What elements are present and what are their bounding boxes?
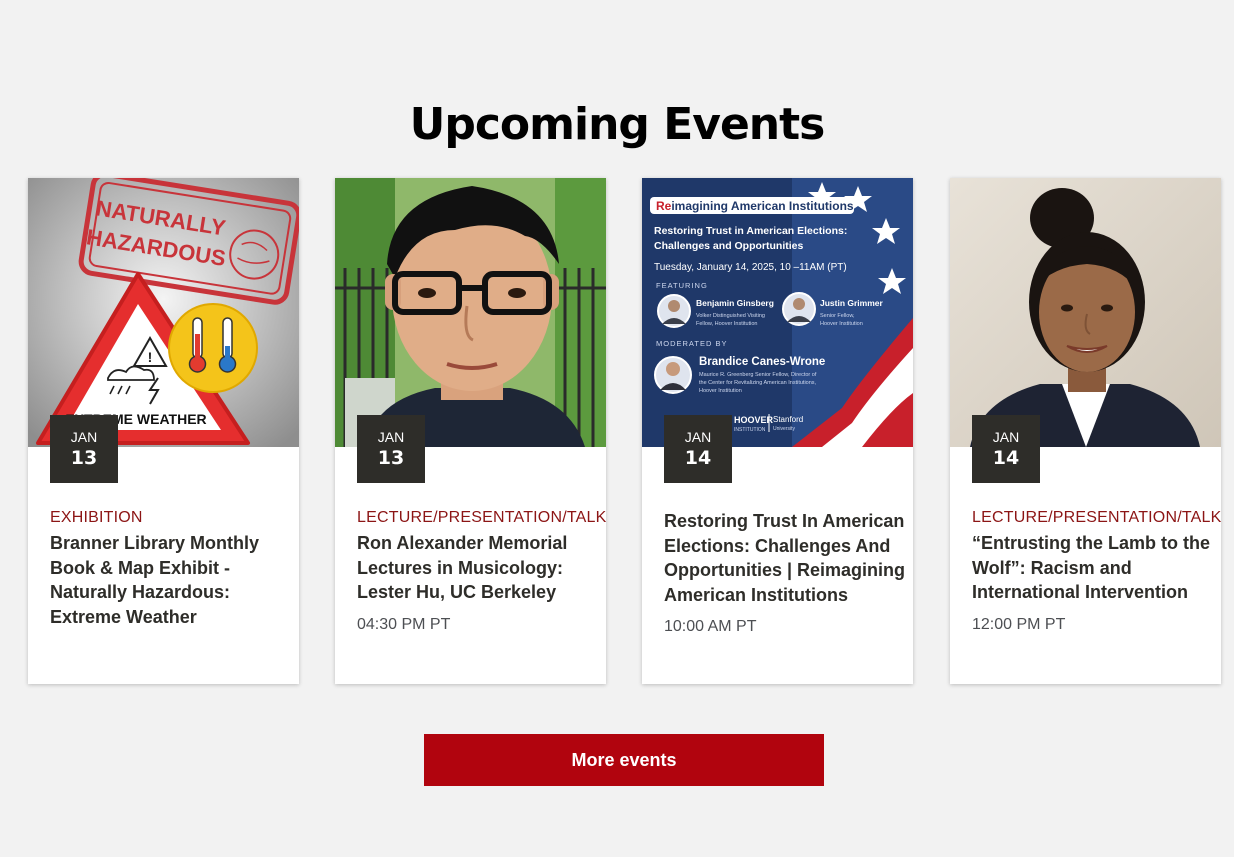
event-details: LECTURE/PRESENTATION/TALK “Entrusting th… [972,509,1222,634]
svg-text:Brandice Canes-Wrone: Brandice Canes-Wrone [699,356,825,368]
upcoming-events-section: Upcoming Events NATURALLY HAZARDOUS ! EX… [0,0,1234,857]
svg-text:!: ! [148,349,153,365]
event-time: 10:00 AM PT [664,618,757,635]
date-day: 14 [684,447,712,469]
date-badge: JAN 14 [664,415,732,483]
date-badge: JAN 13 [357,415,425,483]
event-details: EXHIBITION Branner Library Monthly Book … [50,509,295,629]
svg-text:Fellow, Hoover Institution: Fellow, Hoover Institution [696,321,757,327]
event-image[interactable]: Reimagining American Institutions Restor… [642,178,913,447]
event-title-link[interactable]: Restoring Trust In American Elections: C… [664,509,909,607]
page-title: Upcoming Events [409,99,826,151]
svg-text:Tuesday, January 14, 2025, 10: Tuesday, January 14, 2025, 10 –11AM (PT) [654,262,847,273]
extreme-weather-illustration: NATURALLY HAZARDOUS ! EXTREME WEATHER [28,178,299,447]
event-category: EXHIBITION [50,509,143,526]
date-badge: JAN 14 [972,415,1040,483]
event-card[interactable]: NATURALLY HAZARDOUS ! EXTREME WEATHER JA… [28,178,299,684]
svg-text:the Center for Revitalizing Am: the Center for Revitalizing American Ins… [699,380,817,386]
svg-text:Restoring Trust in American El: Restoring Trust in American Elections: [654,225,847,237]
event-details: Restoring Trust In American Elections: C… [664,509,909,636]
svg-text:Maurice R. Greenberg Senior Fe: Maurice R. Greenberg Senior Fellow, Dire… [699,372,817,378]
svg-text:Challenges and Opportunities: Challenges and Opportunities [654,240,804,252]
date-month: JAN [70,429,98,445]
event-image[interactable]: NATURALLY HAZARDOUS ! EXTREME WEATHER [28,178,299,447]
date-day: 13 [70,447,98,469]
date-day: 14 [992,447,1020,469]
svg-text:MODERATED BY: MODERATED BY [656,339,727,348]
svg-text:Reimagining American Instituti: Reimagining American Institutions [656,199,854,213]
event-title-link[interactable]: Ron Alexander Memorial Lectures in Music… [357,531,602,605]
event-time: 04:30 PM PT [357,615,451,633]
svg-text:University: University [773,426,795,432]
svg-text:Hoover Institution: Hoover Institution [820,321,863,327]
date-month: JAN [377,429,405,445]
date-badge: JAN 13 [50,415,118,483]
svg-text:Justin Grimmer: Justin Grimmer [820,298,884,308]
event-title-link[interactable]: “Entrusting the Lamb to the Wolf”: Racis… [972,531,1217,605]
svg-text:Benjamin Ginsberg: Benjamin Ginsberg [696,298,774,308]
date-day: 13 [377,447,405,469]
event-image[interactable] [950,178,1221,447]
svg-text:Hoover Institution: Hoover Institution [699,388,742,394]
event-category: LECTURE/PRESENTATION/TALK [972,509,1222,526]
svg-text:Stanford: Stanford [773,415,803,424]
thermometer-icon [168,303,258,393]
svg-text:Senior Fellow,: Senior Fellow, [820,313,855,319]
svg-text:INSTITUTION: INSTITUTION [734,427,766,433]
date-month: JAN [684,429,712,445]
date-month: JAN [992,429,1020,445]
speaker-portrait [335,178,606,447]
event-title-link[interactable]: Branner Library Monthly Book & Map Exhib… [50,531,295,629]
event-category: LECTURE/PRESENTATION/TALK [357,509,607,526]
svg-text:Volker Distinguished Visiting: Volker Distinguished Visiting [696,313,765,319]
speaker-portrait [950,178,1221,447]
more-events-button[interactable]: More events [424,734,824,786]
event-details: LECTURE/PRESENTATION/TALK Ron Alexander … [357,509,607,634]
event-card[interactable]: Reimagining American Institutions Restor… [642,178,913,684]
svg-text:FEATURING: FEATURING [656,281,708,290]
event-image[interactable] [335,178,606,447]
event-card[interactable]: JAN 14 LECTURE/PRESENTATION/TALK “Entrus… [950,178,1221,684]
event-flyer: Reimagining American Institutions Restor… [642,178,913,447]
svg-text:HOOVER: HOOVER [734,415,774,425]
event-time: 12:00 PM PT [972,615,1066,633]
event-card[interactable]: JAN 13 LECTURE/PRESENTATION/TALK Ron Ale… [335,178,606,684]
